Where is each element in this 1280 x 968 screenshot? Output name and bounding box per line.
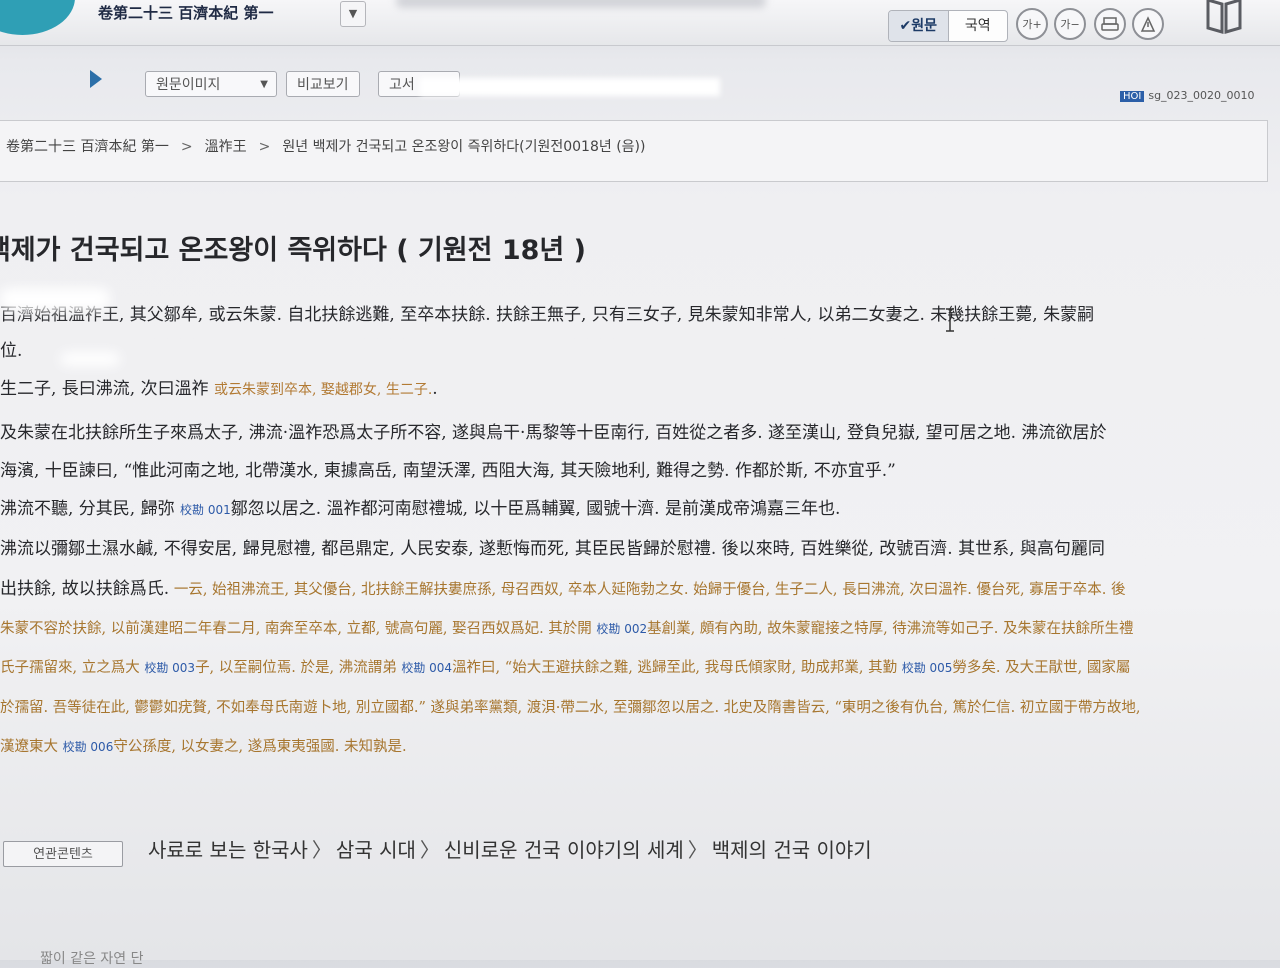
doc-badge: HOI <box>1120 91 1145 102</box>
note-text: 一云, 始祖沸流王, 其父優台, 北扶餘王解扶婁庶孫, 母召西奴, 卒本人延陁勃… <box>169 582 1126 598</box>
note-text: 朱蒙不容於扶餘, 以前漢建昭二年春二月, 南奔至卒本, 立都, 號高句麗, 娶召… <box>0 620 592 637</box>
collation-link[interactable]: 校勘 004 <box>401 661 452 675</box>
view-toggle[interactable]: ✔원문 국역 <box>888 10 1008 42</box>
blurred-header-text <box>396 0 766 8</box>
original-image-label: 원문이미지 <box>156 77 221 93</box>
note-text: 子, 以至嗣位焉. 於是, 沸流謂弟 <box>195 660 397 676</box>
notes-line-4: 於孺留. 吾等徒在此, 鬱鬱如疣贅, 不如奉母氏南遊卜地, 別立國都.” 遂與弟… <box>0 699 1141 716</box>
breadcrumb: 卷第二十三 百濟本紀 第一 > 溫祚王 > 원년 백제가 건국되고 온조왕이 즉위하다(… <box>6 136 645 156</box>
body-line-7: 沸流以彌鄒土濕水鹹, 不得安居, 歸見慰禮, 都邑鼎定, 人民安泰, 遂慙悔而死… <box>0 539 1105 559</box>
page-title: 백제가 건국되고 온조왕이 즉위하다 ( 기원전 18년 ) <box>0 235 587 266</box>
note-text: 氏子孺留來, 立之爲大 <box>0 660 140 676</box>
volume-title: 卷第二十三 百濟本紀 第一 <box>98 4 274 22</box>
chevron-right-icon: 〉 <box>419 838 440 862</box>
note-text: 溫祚曰, “始大王避扶餘之難, 逃歸至此, 我母氏傾家財, 助成邦業, 其勤 <box>452 660 898 676</box>
note-text: 勞多矣. 及大王猒世, 國家屬 <box>952 660 1131 676</box>
alert-icon[interactable] <box>1132 8 1164 40</box>
note-text: 基創業, 頗有內助, 故朱蒙寵接之特厚, 待沸流等如己子. 及朱蒙在扶餘所生禮 <box>647 620 1134 637</box>
body-text: 鄒忽以居之. 溫祚都河南慰禮城, 以十臣爲輔翼, 國號十濟. 是前漢成帝鴻嘉三年… <box>230 499 841 519</box>
faded-footer-text: 짧이 같은 자연 단 <box>40 951 144 967</box>
font-decrease-button[interactable]: 가− <box>1054 8 1086 40</box>
breadcrumb-separator: > <box>258 139 271 155</box>
notes-line-3: 氏子孺留來, 立之爲大 校勘 003子, 以至嗣位焉. 於是, 沸流謂弟 校勘 … <box>0 649 1280 689</box>
body-line-3: 生二子, 長曰沸流, 次曰溫祚 或云朱蒙到卒本, 娶越郡女, 生二子.. <box>0 374 438 399</box>
collation-link[interactable]: 校勘 005 <box>902 661 953 675</box>
font-increase-button[interactable]: 가+ <box>1016 8 1048 40</box>
doc-id-text: sg_023_0020_0010 <box>1148 89 1255 102</box>
reference-label: 고서 <box>389 77 415 93</box>
body-line-5: 海濱, 十臣諫曰, “惟此河南之地, 北帶漢水, 東據高岳, 南望沃澤, 西阻大… <box>0 461 896 481</box>
note-text: 漢遼東大 <box>0 739 58 755</box>
collation-link[interactable]: 校勘 006 <box>63 740 114 754</box>
notes-line-1: 出扶餘, 故以扶餘爲氏. 一云, 始祖沸流王, 其父優台, 北扶餘王解扶婁庶孫,… <box>0 570 1280 610</box>
toggle-original[interactable]: ✔원문 <box>889 11 949 41</box>
book-icon[interactable] <box>1205 0 1243 36</box>
chevron-right-icon: 〉 <box>687 838 708 862</box>
related-link[interactable]: 백제의 건국 이야기 <box>712 838 872 862</box>
related-content-button[interactable]: 연관콘텐츠 <box>3 841 123 867</box>
collation-link[interactable]: 校勘 002 <box>596 622 647 636</box>
collation-link[interactable]: 校勘 003 <box>144 661 195 675</box>
breadcrumb-item-article: 원년 백제가 건국되고 온조왕이 즉위하다(기원전0018년 (음)) <box>282 139 646 155</box>
notes-line-2: 朱蒙不容於扶餘, 以前漢建昭二年春二月, 南奔至卒本, 立都, 號高句麗, 娶召… <box>0 610 1280 650</box>
toggle-translation[interactable]: 국역 <box>949 11 1008 41</box>
glare-spot <box>0 288 110 310</box>
breadcrumb-item-king[interactable]: 溫祚王 <box>205 139 247 155</box>
related-link[interactable]: 삼국 시대 <box>336 838 416 862</box>
notes-section: 出扶餘, 故以扶餘爲氏. 一云, 始祖沸流王, 其父優台, 北扶餘王解扶婁庶孫,… <box>0 570 1280 768</box>
body-line-6: 沸流不聽, 分其民, 歸弥 校勘 001鄒忽以居之. 溫祚都河南慰禮城, 以十臣… <box>0 494 840 519</box>
notes-line-5: 漢遼東大 校勘 006守公孫度, 以女妻之, 遂爲東夷强國. 未知孰是. <box>0 728 1280 768</box>
document-id: HOI sg_023_0020_0010 <box>1120 89 1255 102</box>
play-icon[interactable] <box>90 70 102 88</box>
chevron-down-icon: ▼ <box>260 79 268 90</box>
chevron-down-icon[interactable]: ▼ <box>340 1 366 27</box>
body-line-2: 位. <box>0 341 23 361</box>
body-line-1: 百濟始祖溫祚王, 其父鄒牟, 或云朱蒙. 自北扶餘逃難, 至卒本扶餘. 扶餘王無… <box>0 305 1095 325</box>
breadcrumb-separator: > <box>180 139 193 155</box>
body-line-4: 及朱蒙在北扶餘所生子來爲太子, 沸流·溫祚恐爲太子所不容, 遂與烏干·馬黎等十臣… <box>0 423 1107 443</box>
blurred-toolbar-area <box>420 78 720 96</box>
related-content-path: 사료로 보는 한국사 〉 삼국 시대 〉 신비로운 건국 이야기의 세계 〉 백제의 건국 … <box>148 834 872 863</box>
original-image-dropdown[interactable]: 원문이미지 ▼ <box>145 71 277 97</box>
glare-spot <box>60 352 120 366</box>
chevron-right-icon: 〉 <box>311 838 332 862</box>
text-cursor-icon <box>946 308 954 332</box>
breadcrumb-item-volume[interactable]: 卷第二十三 百濟本紀 第一 <box>6 139 169 155</box>
body-text: 生二子, 長曰沸流, 次曰溫祚 <box>0 379 209 399</box>
collation-link[interactable]: 校勘 001 <box>180 503 231 517</box>
note-text: 守公孫度, 以女妻之, 遂爲東夷强國. 未知孰是. <box>113 739 407 755</box>
compare-button[interactable]: 비교보기 <box>286 71 360 97</box>
body-text: 沸流不聽, 分其民, 歸弥 <box>0 499 175 519</box>
print-icon[interactable] <box>1094 8 1126 40</box>
body-text: . <box>432 379 438 399</box>
body-text: 出扶餘, 故以扶餘爲氏. <box>0 579 170 599</box>
related-link[interactable]: 사료로 보는 한국사 <box>148 838 308 862</box>
related-link[interactable]: 신비로운 건국 이야기의 세계 <box>444 838 684 862</box>
annotation-note: 或云朱蒙到卒本, 娶越郡女, 生二子. <box>214 382 433 398</box>
